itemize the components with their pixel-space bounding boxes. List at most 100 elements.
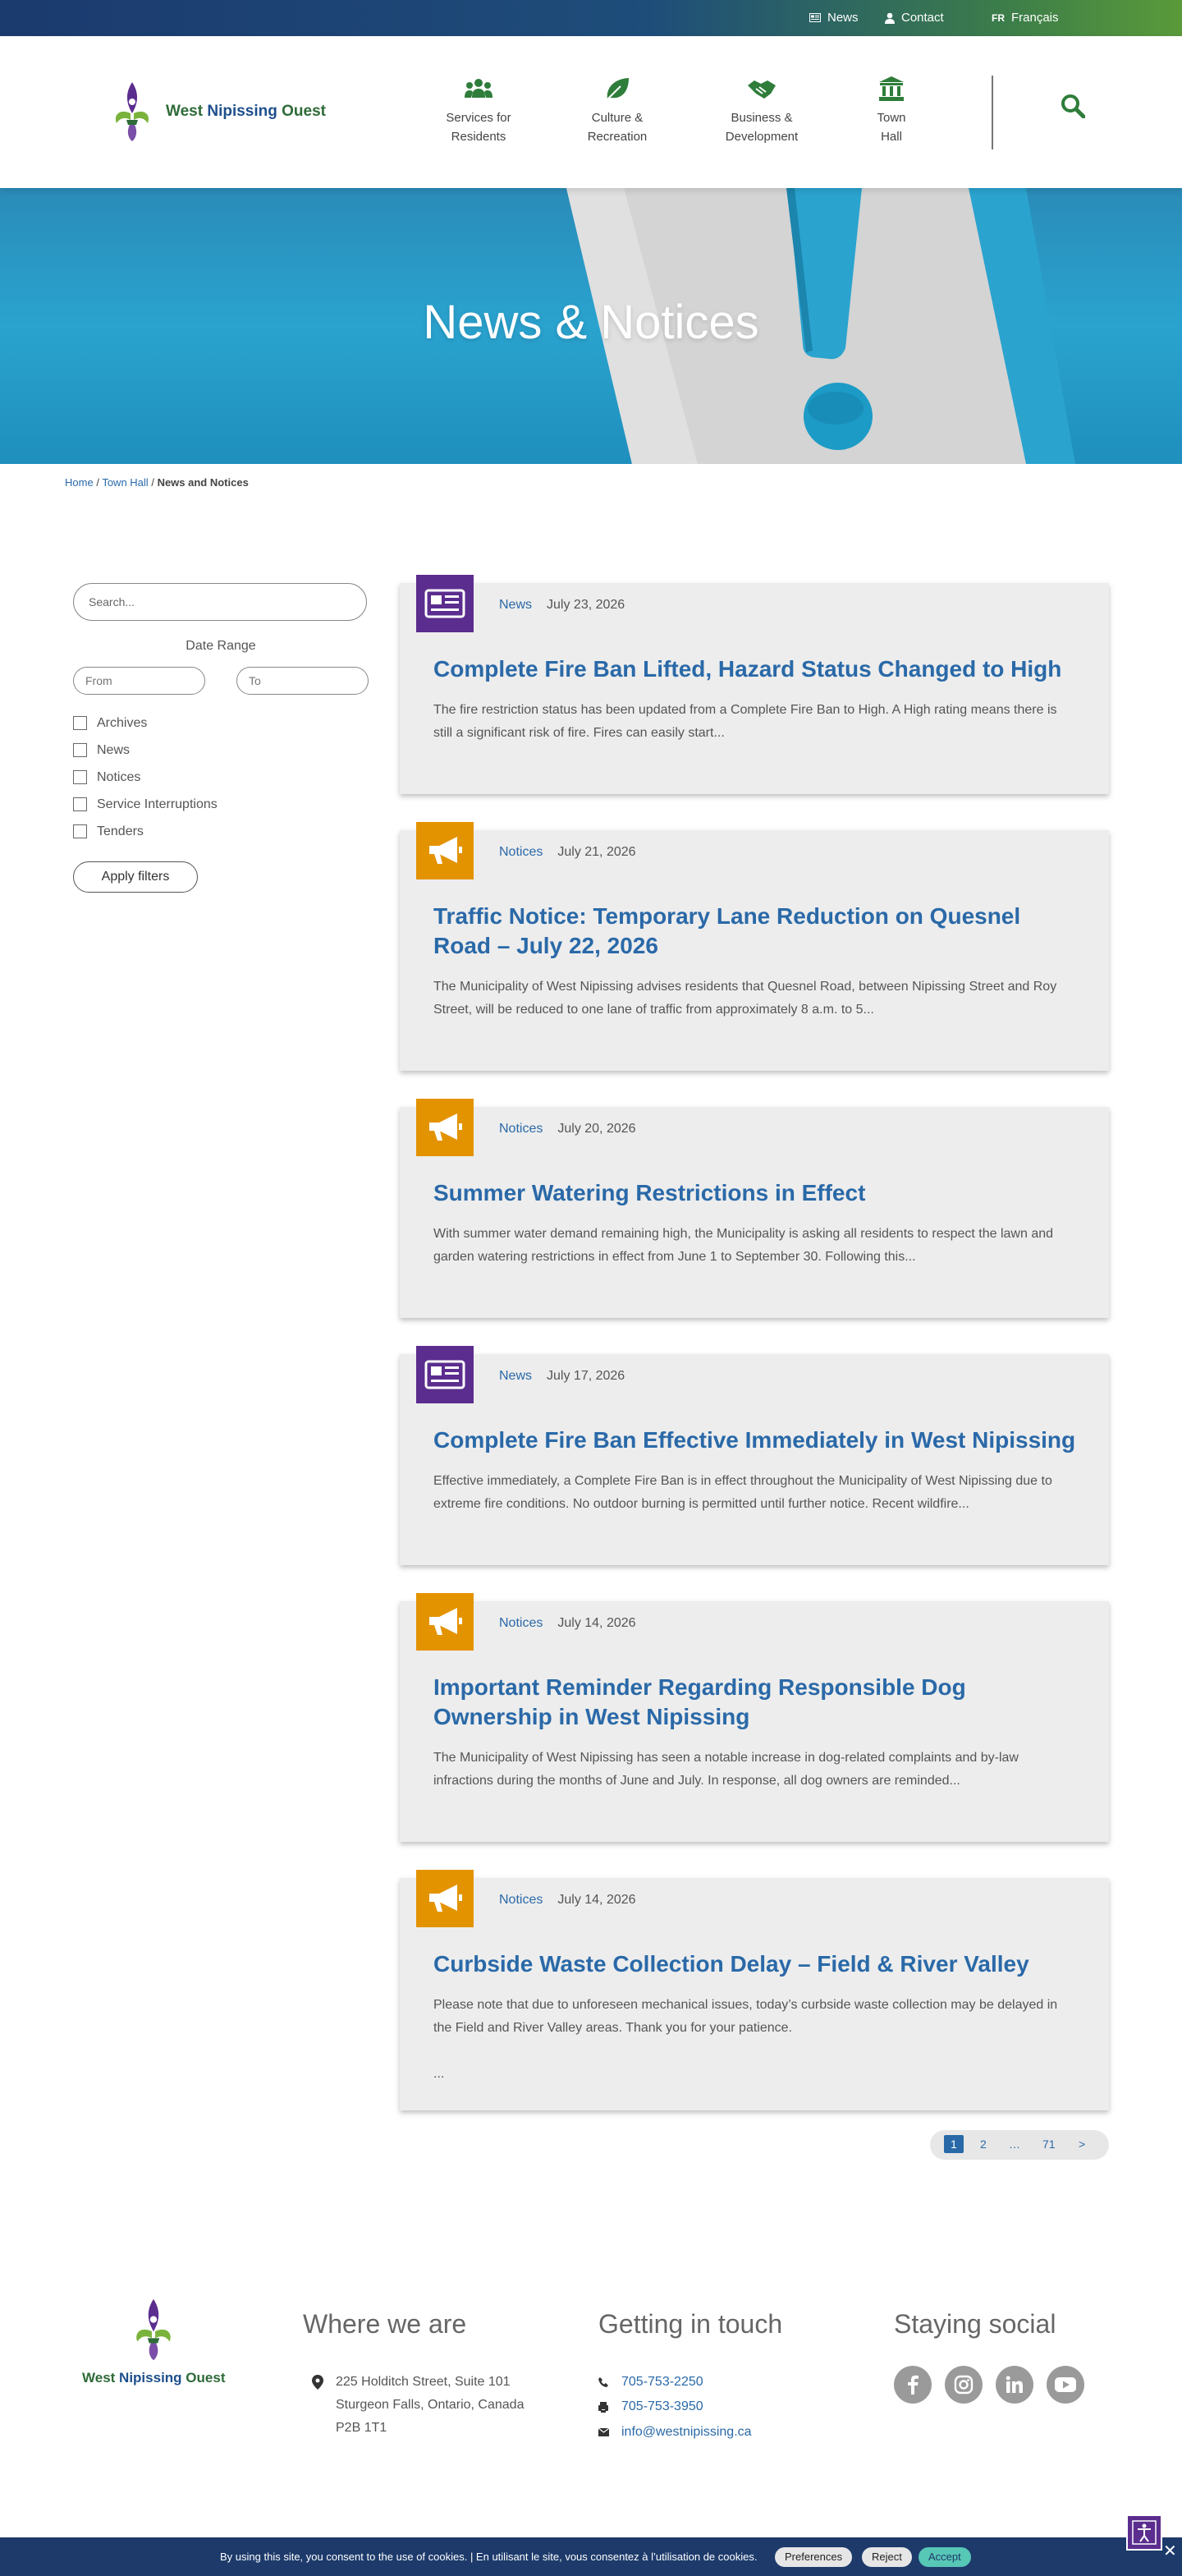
news-link[interactable]: News <box>809 11 859 25</box>
post-excerpt-continuation: ... <box>433 2067 445 2081</box>
megaphone-icon <box>429 1608 462 1635</box>
notice-category-badge <box>416 1099 474 1156</box>
site-logo[interactable]: West Nipissing Ouest <box>108 79 326 145</box>
newspaper-icon <box>424 589 465 618</box>
news-link-label: News <box>827 11 859 25</box>
checkbox[interactable] <box>73 797 87 811</box>
post-date: July 17, 2026 <box>547 1369 625 1383</box>
post-excerpt: The Municipality of West Nipissing has s… <box>433 1751 1019 1788</box>
youtube-icon <box>1055 2377 1076 2392</box>
post-category-link[interactable]: News <box>499 1369 532 1383</box>
post-category-link[interactable]: Notices <box>499 1893 543 1907</box>
post-meta: Notices July 21, 2026 <box>499 845 636 860</box>
logo-word-west: West <box>82 2370 116 2385</box>
instagram-icon <box>954 2375 974 2395</box>
checkbox[interactable] <box>73 743 87 757</box>
page-last-link[interactable]: 71 <box>1042 2137 1056 2151</box>
footer-logo[interactable]: West Nipissing Ouest <box>82 2295 225 2386</box>
date-to-input[interactable] <box>236 667 369 695</box>
post-title-link[interactable]: Curbside Waste Collection Delay – Field … <box>433 1949 1076 1979</box>
filter-notices[interactable]: Notices <box>73 764 369 791</box>
filter-service-interruptions[interactable]: Service Interruptions <box>73 791 369 818</box>
filter-archives[interactable]: Archives <box>73 709 369 737</box>
breadcrumb-home-link[interactable]: Home <box>65 476 94 489</box>
nav-business-development[interactable]: Business & Development <box>700 76 823 146</box>
news-card[interactable]: News July 23, 2026 Complete Fire Ban Lift… <box>400 575 1109 794</box>
cookie-accept-button[interactable]: Accept <box>919 2547 971 2567</box>
page-2-link[interactable]: 2 <box>980 2137 987 2151</box>
accessibility-icon <box>1132 2520 1157 2545</box>
post-excerpt: The Municipality of West Nipissing advis… <box>433 980 1057 1017</box>
post-category-link[interactable]: Notices <box>499 845 543 859</box>
notice-category-badge <box>416 822 474 879</box>
linkedin-icon <box>1006 2376 1023 2393</box>
post-title-link[interactable]: Important Reminder Regarding Responsible… <box>433 1673 1076 1732</box>
footer-heading-where: Where we are <box>303 2309 467 2339</box>
post-category-link[interactable]: Notices <box>499 1616 543 1630</box>
news-card[interactable]: News July 17, 2026 Complete Fire Ban Effe… <box>400 1346 1109 1565</box>
filter-news[interactable]: News <box>73 737 369 764</box>
post-title-link[interactable]: Traffic Notice: Temporary Lane Reduction… <box>433 902 1076 961</box>
contact-link[interactable]: Contact <box>885 11 944 25</box>
nav-label-line2: Hall <box>881 130 902 144</box>
nav-divider <box>992 76 993 149</box>
post-title-link[interactable]: Summer Watering Restrictions in Effect <box>433 1178 1076 1208</box>
filter-label: Notices <box>97 769 141 784</box>
checkbox[interactable] <box>73 770 87 784</box>
nav-town-hall[interactable]: Town Hall <box>830 76 953 146</box>
news-card[interactable]: Notices July 20, 2026 Summer Watering Res… <box>400 1099 1109 1318</box>
cookie-message: By using this site, you consent to the u… <box>220 2551 758 2563</box>
post-category-link[interactable]: News <box>499 598 532 612</box>
post-title-link[interactable]: Complete Fire Ban Effective Immediately … <box>433 1426 1076 1455</box>
fax-link[interactable]: 705-753-3950 <box>621 2395 703 2418</box>
post-title-link[interactable]: Complete Fire Ban Lifted, Hazard Status … <box>433 654 1076 684</box>
news-card[interactable]: Notices July 21, 2026 Traffic Notice: Tem… <box>400 822 1109 1071</box>
nav-label-line1: Town <box>877 111 906 125</box>
post-meta: Notices July 14, 2026 <box>499 1893 636 1908</box>
footer-address-section: Where we are 225 Holditch Street, Suite … <box>303 2309 524 2440</box>
megaphone-icon <box>429 837 462 864</box>
address: 225 Holditch Street, Suite 101 Sturgeon … <box>303 2371 524 2440</box>
youtube-link[interactable] <box>1047 2366 1084 2404</box>
filter-label: Tenders <box>97 824 144 838</box>
next-page-link[interactable]: > <box>1079 2137 1085 2151</box>
checkbox[interactable] <box>73 824 87 838</box>
date-range-row <box>73 667 369 695</box>
cookie-consent-bar: By using this site, you consent to the u… <box>0 2537 1182 2576</box>
nav-culture-recreation[interactable]: Culture & Recreation <box>556 76 679 146</box>
email-link[interactable]: info@westnipissing.ca <box>621 2421 752 2444</box>
facebook-link[interactable] <box>894 2366 932 2404</box>
post-meta: News July 23, 2026 <box>499 598 625 613</box>
news-card[interactable]: Notices July 14, 2026 Curbside Waste Coll… <box>400 1870 1109 2110</box>
logo-word-ouest: Ouest <box>282 103 326 120</box>
close-icon[interactable]: ✕ <box>1163 2541 1177 2561</box>
notice-category-badge <box>416 1593 474 1651</box>
nav-services-for-residents[interactable]: Services for Residents <box>417 76 540 146</box>
news-card[interactable]: Notices July 14, 2026 Important Reminder … <box>400 1593 1109 1842</box>
language-toggle[interactable]: FR Français <box>992 11 1059 25</box>
address-line: Sturgeon Falls, Ontario, Canada <box>336 2398 525 2412</box>
post-meta: Notices July 14, 2026 <box>499 1616 636 1631</box>
accessibility-button[interactable] <box>1126 2514 1162 2551</box>
post-category-link[interactable]: Notices <box>499 1122 543 1136</box>
search-input[interactable] <box>73 583 367 621</box>
newspaper-icon <box>424 1360 465 1389</box>
breadcrumb-town-hall-link[interactable]: Town Hall <box>102 476 148 489</box>
search-icon <box>1061 94 1086 119</box>
phone-link[interactable]: 705-753-2250 <box>621 2371 703 2394</box>
date-from-input[interactable] <box>73 667 205 695</box>
instagram-link[interactable] <box>945 2366 983 2404</box>
email-row: info@westnipissing.ca <box>598 2421 782 2445</box>
linkedin-link[interactable] <box>996 2366 1033 2404</box>
cookie-reject-button[interactable]: Reject <box>862 2547 912 2567</box>
cookie-preferences-button[interactable]: Preferences <box>775 2547 853 2567</box>
filter-tenders[interactable]: Tenders <box>73 818 369 845</box>
phone-icon <box>598 2371 621 2395</box>
post-date: July 23, 2026 <box>547 598 625 612</box>
page-1-current[interactable]: 1 <box>944 2135 964 2153</box>
apply-filters-button[interactable]: Apply filters <box>73 861 198 893</box>
map-pin-icon <box>303 2371 326 2398</box>
search-button[interactable] <box>1061 94 1086 122</box>
post-excerpt: Effective immediately, a Complete Fire B… <box>433 1474 1052 1511</box>
checkbox[interactable] <box>73 716 87 730</box>
